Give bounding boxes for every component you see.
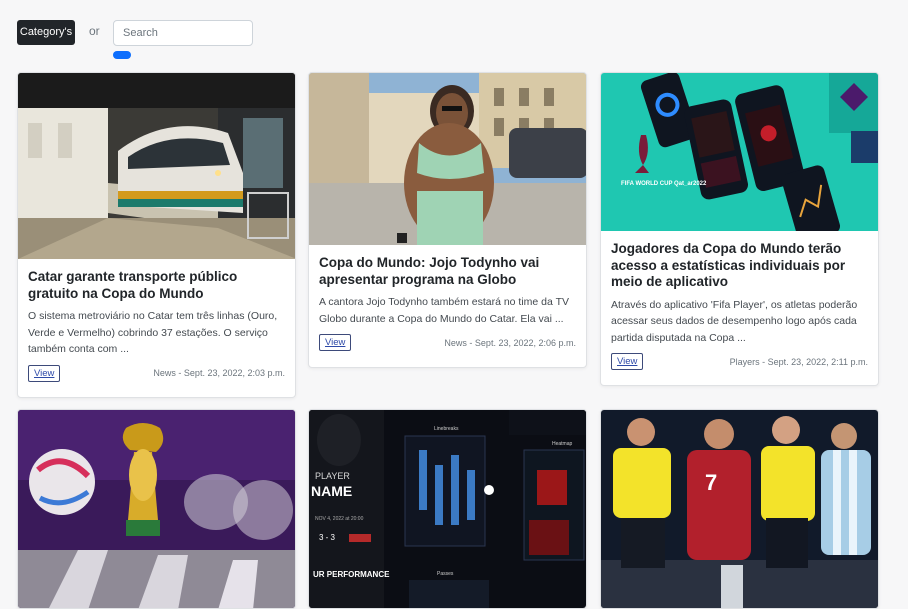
dashboard-score: 3 - 3	[319, 533, 336, 542]
jersey-number: 7	[705, 470, 717, 495]
fifa-logo-text: FIFA WORLD CUP Qat_ar2022	[621, 181, 707, 187]
card-title: Catar garante transporte público gratuit…	[28, 269, 238, 301]
news-card	[17, 409, 296, 609]
dashboard-date: NOV 4, 2022 at 20:00	[315, 516, 364, 522]
dashboard-performance: UR PERFORMANCE	[313, 570, 390, 579]
search-input[interactable]	[113, 20, 253, 46]
dashboard-heatmap: Heatmap	[552, 441, 573, 447]
dashboard-passes: Passes	[437, 571, 454, 577]
news-card: Copa do Mundo: Jojo Todynho vai apresent…	[308, 72, 587, 368]
fifa-app-image: FIFA WORLD CUP Qat_ar2022	[601, 73, 878, 231]
card-excerpt: Através do aplicativo 'Fifa Player', os …	[611, 298, 858, 344]
news-card: PLAYER NAME NOV 4, 2022 at 20:00 3 - 3 U…	[308, 409, 587, 609]
news-card: 7	[600, 409, 879, 609]
dashboard-linebreaks: Linebreaks	[434, 426, 459, 432]
news-card: FIFA WORLD CUP Qat_ar2022 Jogadores da C…	[600, 72, 879, 386]
player-stats-dashboard-image: PLAYER NAME NOV 4, 2022 at 20:00 3 - 3 U…	[309, 410, 586, 608]
world-cup-trophy-image	[18, 410, 295, 608]
card-excerpt: A cantora Jojo Todynho também estará no …	[319, 296, 570, 325]
card-title: Jogadores da Copa do Mundo terão acesso …	[611, 241, 846, 289]
category-button[interactable]: Category's	[17, 20, 75, 45]
dashboard-player-label: PLAYER	[315, 471, 350, 481]
dashboard-name-label: NAME	[311, 483, 352, 499]
or-label: or	[89, 24, 100, 38]
card-meta: Players - Sept. 23, 2022, 2:11 p.m.	[729, 356, 868, 367]
street-portrait-image	[309, 73, 586, 245]
card-meta: News - Sept. 23, 2022, 2:03 p.m.	[153, 368, 285, 378]
card-meta: News - Sept. 23, 2022, 2:06 p.m.	[444, 337, 576, 348]
view-button[interactable]: View	[611, 353, 644, 370]
view-button[interactable]: View	[28, 364, 61, 382]
news-card: Catar garante transporte público gratuit…	[17, 72, 296, 398]
metro-train-image	[18, 73, 295, 259]
card-title: Copa do Mundo: Jojo Todynho vai apresent…	[319, 255, 540, 287]
view-button[interactable]: View	[319, 334, 352, 351]
card-excerpt: O sistema metroviário no Catar tem três …	[28, 310, 278, 355]
search-submit-pill[interactable]	[113, 51, 131, 59]
players-referees-image: 7	[601, 410, 878, 608]
filter-toolbar: Category's or	[17, 20, 277, 60]
